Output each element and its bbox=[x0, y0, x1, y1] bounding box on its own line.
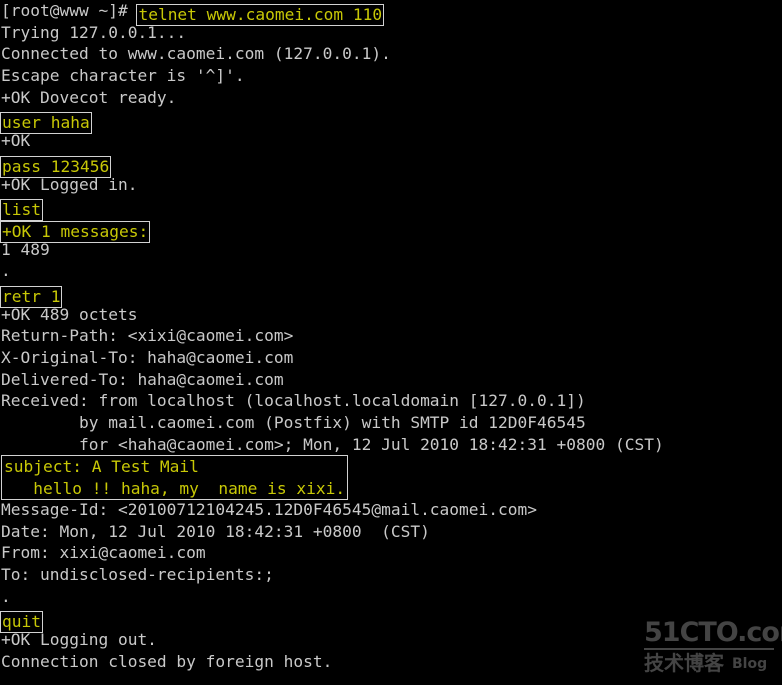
terminal-line-resp-logged-in: +OK Logged in. bbox=[0, 174, 782, 196]
terminal-line-text: Connected to www.caomei.com (127.0.0.1). bbox=[1, 44, 391, 64]
terminal-line-hdr-x-original-to: X-Original-To: haha@caomei.com bbox=[0, 347, 782, 369]
terminal-line-resp-messages: +OK 1 messages: bbox=[0, 217, 782, 242]
terminal-line-dot-1: . bbox=[0, 260, 782, 282]
terminal-line-hdr-received-by: by mail.caomei.com (Postfix) with SMTP i… bbox=[0, 412, 782, 434]
terminal-line-text: X-Original-To: haha@caomei.com bbox=[1, 348, 294, 367]
terminal-line-cmd-pass: pass 123456 bbox=[0, 152, 782, 177]
terminal-line-text: Received: from localhost (localhost.loca… bbox=[1, 391, 586, 411]
mail-body-line: hello !! haha, my name is xixi. bbox=[4, 478, 346, 498]
terminal-line-text: Delivered-To: haha@caomei.com bbox=[1, 369, 284, 389]
terminal-line-text: +OK Dovecot ready. bbox=[1, 87, 177, 107]
terminal-output-bottom: Message-Id: <20100712104245.12D0F46545@m… bbox=[0, 499, 782, 673]
terminal-line-text: +OK Logging out. bbox=[1, 629, 157, 649]
terminal-line-msg-listing: 1 489 bbox=[0, 239, 782, 261]
terminal-line-cmd-quit: quit bbox=[0, 607, 782, 633]
terminal-output-top: [root@www ~]# telnet www.caomei.com 110 T… bbox=[0, 0, 782, 455]
terminal-line-hdr-message-id: Message-Id: <20100712104245.12D0F46545@m… bbox=[0, 499, 782, 521]
mail-subject-line: subject: A Test Mail bbox=[4, 457, 199, 476]
terminal-line-text: by mail.caomei.com (Postfix) with SMTP i… bbox=[1, 413, 586, 433]
terminal-line-hdr-received-for: for <haha@caomei.com>; Mon, 12 Jul 2010 … bbox=[0, 434, 782, 456]
terminal-window[interactable]: [root@www ~]# telnet www.caomei.com 110 T… bbox=[0, 0, 782, 685]
terminal-line-hdr-received: Received: from localhost (localhost.loca… bbox=[0, 390, 782, 412]
terminal-line-text: . bbox=[1, 261, 11, 281]
terminal-line-resp-logging-out: +OK Logging out. bbox=[0, 629, 782, 651]
terminal-line-prompt-telnet: [root@www ~]# telnet www.caomei.com 110 bbox=[0, 0, 782, 25]
terminal-line-hdr-from: From: xixi@caomei.com bbox=[0, 542, 782, 564]
terminal-line-text: +OK bbox=[1, 131, 31, 151]
terminal-line-text: Connection closed by foreign host. bbox=[1, 651, 333, 671]
terminal-line-conn-closed: Connection closed by foreign host. bbox=[0, 651, 782, 673]
terminal-line-text: +OK 489 octets bbox=[1, 304, 138, 324]
terminal-line-resp-ok-1: +OK bbox=[0, 130, 782, 152]
terminal-line-text: Escape character is '^]'. bbox=[1, 66, 245, 86]
terminal-line-resp-octets: +OK 489 octets bbox=[0, 304, 782, 326]
terminal-line-text: +OK Logged in. bbox=[1, 174, 138, 194]
terminal-line-text: To: undisclosed-recipients:; bbox=[1, 564, 274, 584]
terminal-line-escape-char: Escape character is '^]'. bbox=[0, 65, 782, 87]
terminal-line-hdr-return-path: Return-Path: <xixi@caomei.com> bbox=[0, 325, 782, 347]
terminal-line-dovecot-ready: +OK Dovecot ready. bbox=[0, 87, 782, 109]
mail-subject-body-highlight: subject: A Test Mail hello !! haha, my n… bbox=[1, 455, 349, 501]
terminal-line-dot-2: . bbox=[0, 586, 782, 608]
terminal-line-hdr-to: To: undisclosed-recipients:; bbox=[0, 564, 782, 586]
terminal-line-text: Trying 127.0.0.1... bbox=[1, 22, 187, 42]
terminal-line-text: [root@www ~]# bbox=[1, 1, 138, 20]
terminal-line-cmd-retr: retr 1 bbox=[0, 282, 782, 307]
terminal-line-text: . bbox=[1, 586, 11, 606]
terminal-line-trying: Trying 127.0.0.1... bbox=[0, 22, 782, 44]
terminal-line-text: Date: Mon, 12 Jul 2010 18:42:31 +0800 (C… bbox=[1, 521, 430, 541]
terminal-line-text: Message-Id: <20100712104245.12D0F46545@m… bbox=[1, 499, 538, 519]
terminal-line-text: Return-Path: <xixi@caomei.com> bbox=[1, 326, 294, 346]
terminal-line-cmd-list: list bbox=[0, 195, 782, 221]
terminal-line-connected: Connected to www.caomei.com (127.0.0.1). bbox=[0, 43, 782, 65]
terminal-line-text: 1 489 bbox=[1, 239, 50, 259]
terminal-line-hdr-delivered-to: Delivered-To: haha@caomei.com bbox=[0, 369, 782, 391]
terminal-line-cmd-user: user haha bbox=[0, 108, 782, 134]
terminal-line-text: for <haha@caomei.com>; Mon, 12 Jul 2010 … bbox=[1, 434, 664, 454]
terminal-line-text: From: xixi@caomei.com bbox=[1, 543, 206, 563]
terminal-line-hdr-date: Date: Mon, 12 Jul 2010 18:42:31 +0800 (C… bbox=[0, 521, 782, 543]
